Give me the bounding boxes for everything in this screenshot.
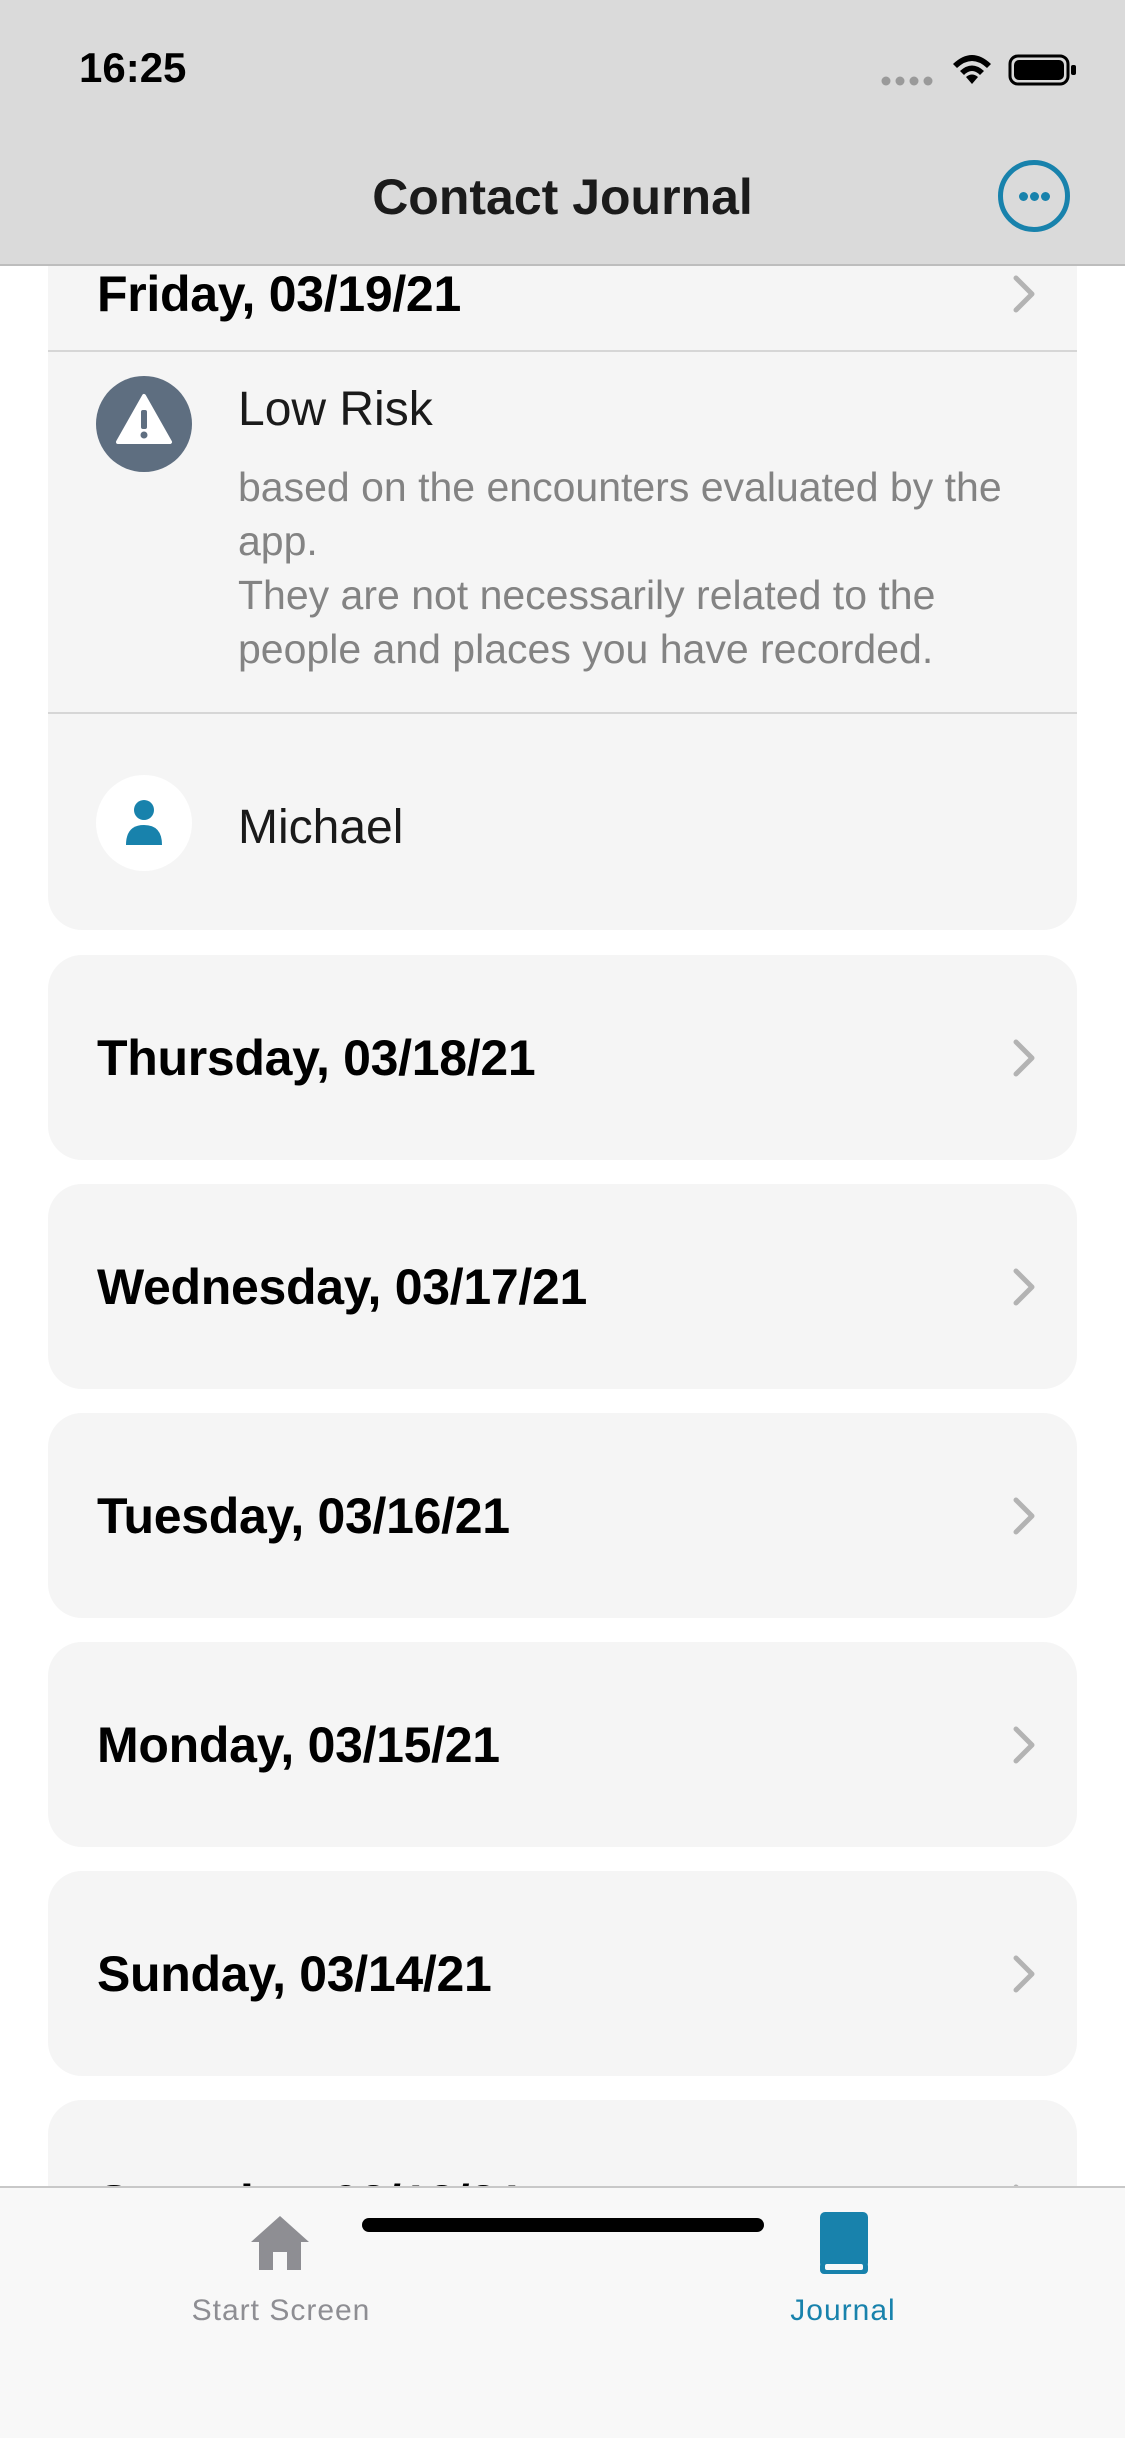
journal-list[interactable]: Friday, 03/19/21 Low Risk based on the e…: [0, 0, 1125, 2436]
day-title: Sunday, 03/14/21: [97, 1945, 492, 2002]
divider: [48, 350, 1077, 352]
day-title: Friday, 03/19/21: [97, 266, 461, 322]
more-options-button[interactable]: [998, 160, 1070, 232]
day-card[interactable]: Thursday, 03/18/21: [48, 955, 1077, 1160]
day-title: Wednesday, 03/17/21: [97, 1258, 587, 1315]
warning-icon: [96, 376, 192, 472]
day-card[interactable]: Monday, 03/15/21: [48, 1642, 1077, 1847]
more-dot: [1029, 191, 1039, 201]
day-title: Tuesday, 03/16/21: [97, 1487, 510, 1544]
cellular-signal-icon: [881, 76, 933, 86]
more-dot: [1040, 191, 1050, 201]
status-time: 16:25: [79, 44, 187, 91]
more-dot: [1018, 191, 1028, 201]
day-card-expanded: Friday, 03/19/21 Low Risk based on the e…: [48, 180, 1077, 930]
book-icon: [820, 2212, 868, 2274]
day-card[interactable]: Sunday, 03/14/21: [48, 1871, 1077, 2076]
home-indicator: [362, 2218, 764, 2232]
risk-description: based on the encounters evaluated by the…: [238, 464, 1002, 672]
day-title: Monday, 03/15/21: [97, 1716, 500, 1773]
home-icon: [251, 2216, 309, 2270]
day-title: Thursday, 03/18/21: [97, 1029, 536, 1086]
wifi-icon: [953, 55, 991, 84]
chevron-right-icon: [1013, 275, 1035, 313]
battery-icon: [1008, 54, 1076, 86]
person-icon: [96, 775, 192, 871]
chevron-right-icon: [1013, 1497, 1035, 1534]
chevron-right-icon: [1013, 1955, 1035, 1992]
chevron-right-icon: [1013, 1726, 1035, 1763]
navigation-bar: 16:25 Contact Journal: [0, 0, 1125, 266]
contact-person-name[interactable]: Michael: [238, 800, 403, 855]
divider: [48, 712, 1077, 714]
risk-title: Low Risk: [238, 383, 433, 436]
tab-label: Start Screen: [191, 2294, 371, 2327]
day-card[interactable]: Tuesday, 03/16/21: [48, 1413, 1077, 1618]
page-title: Contact Journal: [372, 169, 753, 225]
chevron-right-icon: [1013, 1039, 1035, 1076]
day-card[interactable]: Wednesday, 03/17/21: [48, 1184, 1077, 1389]
tab-label: Journal: [790, 2294, 896, 2327]
chevron-right-icon: [1013, 1268, 1035, 1305]
